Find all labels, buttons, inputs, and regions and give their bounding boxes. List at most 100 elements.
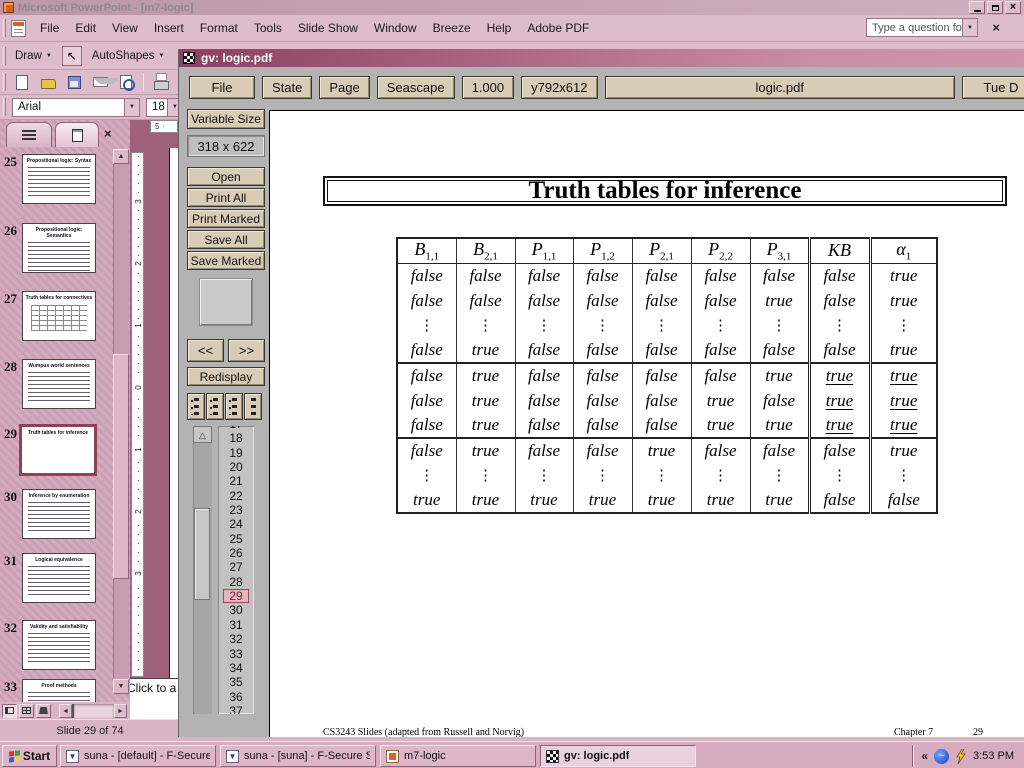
page-number-29[interactable]: 29 xyxy=(223,589,249,603)
gv-titlebar[interactable]: gv: logic.pdf xyxy=(179,49,1024,67)
slide-thumbnail-29[interactable]: Truth tables for inference xyxy=(19,424,97,476)
page-number-33[interactable]: 33 xyxy=(218,647,254,661)
pdf-page[interactable]: Truth tables for inference B1,1B2,1P1,1P… xyxy=(269,110,1024,737)
page-number-37[interactable]: 37 xyxy=(218,704,254,714)
slide-thumbnail-30[interactable]: Inference by enumeration xyxy=(22,489,96,539)
mail-button[interactable] xyxy=(90,72,110,92)
scroll-left-icon[interactable]: ◄ xyxy=(59,704,72,718)
menu-tools[interactable]: Tools xyxy=(246,17,290,39)
scroll-down-icon[interactable]: ▼ xyxy=(113,679,129,694)
page-number-34[interactable]: 34 xyxy=(218,661,254,675)
mark-pages-button-1[interactable] xyxy=(187,393,205,420)
gv-seascape-button[interactable]: Seascape xyxy=(377,76,455,99)
menu-adobe-pdf[interactable]: Adobe PDF xyxy=(519,17,597,39)
menu-edit[interactable]: Edit xyxy=(67,17,104,39)
slide-sorter-view-button[interactable] xyxy=(19,704,34,718)
page-number-31[interactable]: 31 xyxy=(218,618,254,632)
page-number-28[interactable]: 28 xyxy=(218,575,254,589)
slide-thumbnail-26[interactable]: Propositional logic: Semantics xyxy=(22,223,96,273)
tab-slides[interactable] xyxy=(55,122,99,147)
print-marked-button[interactable]: Print Marked xyxy=(187,209,265,228)
page-number-21[interactable]: 21 xyxy=(218,474,254,488)
open-button[interactable] xyxy=(38,72,58,92)
page-number-26[interactable]: 26 xyxy=(218,546,254,560)
close-button[interactable]: × xyxy=(1005,1,1021,14)
previous-page-button[interactable]: << xyxy=(187,339,224,362)
select-pointer-button[interactable]: ↖ xyxy=(62,46,82,66)
page-number-24[interactable]: 24 xyxy=(218,517,254,531)
slide-thumbnail-25[interactable]: Propositional logic: Syntax xyxy=(22,154,96,204)
scrollbar-thumb[interactable] xyxy=(113,354,129,579)
presentation-icon[interactable] xyxy=(11,20,26,37)
menu-format[interactable]: Format xyxy=(192,17,246,39)
page-locator[interactable] xyxy=(199,278,253,326)
horizontal-scrollbar[interactable]: ◄ ► xyxy=(59,704,127,718)
menu-slide-show[interactable]: Slide Show xyxy=(290,17,366,39)
help-search-box[interactable]: Type a question for help ▼ xyxy=(866,18,978,37)
page-number-19[interactable]: 19 xyxy=(218,446,254,460)
gv-date-button[interactable]: Tue D xyxy=(962,76,1024,99)
gv-file-button[interactable]: File xyxy=(189,76,255,99)
task-button-gv-logic-pdf[interactable]: gv: logic.pdf xyxy=(540,745,696,767)
slide-thumbnail-31[interactable]: Logical equivalence xyxy=(22,553,96,603)
task-button-suna-suna-f-secure-s-[interactable]: suna - [suna] - F-Secure S... xyxy=(220,745,376,767)
toolbar-grip[interactable] xyxy=(3,98,6,116)
page-number-20[interactable]: 20 xyxy=(218,460,254,474)
menu-insert[interactable]: Insert xyxy=(146,17,192,39)
save-button[interactable] xyxy=(64,72,84,92)
variable-size-button[interactable]: Variable Size xyxy=(187,109,265,129)
menu-help[interactable]: Help xyxy=(479,17,520,39)
task-button-suna-default-f-secure-[interactable]: suna - [default] - F-Secure... xyxy=(60,745,216,767)
draw-menu-button[interactable]: Draw ▼ xyxy=(9,47,58,65)
page-number-23[interactable]: 23 xyxy=(218,503,254,517)
menu-view[interactable]: View xyxy=(104,17,146,39)
page-number-35[interactable]: 35 xyxy=(218,675,254,689)
search-button[interactable] xyxy=(116,72,136,92)
normal-view-button[interactable] xyxy=(2,704,17,718)
tray-expand-icon[interactable]: « xyxy=(921,749,928,763)
scrollbar-track[interactable] xyxy=(72,704,114,718)
menu-file[interactable]: File xyxy=(32,17,67,39)
slide-thumbnail-32[interactable]: Validity and satisfiability xyxy=(22,620,96,670)
gv-y792x612-button[interactable]: y792x612 xyxy=(521,76,597,99)
chevron-down-icon[interactable]: ▼ xyxy=(124,99,139,116)
gv-filename-field[interactable]: logic.pdf xyxy=(605,76,956,99)
page-number-36[interactable]: 36 xyxy=(218,690,254,704)
gv-page-button[interactable]: Page xyxy=(319,76,369,99)
page-number-18[interactable]: 18 xyxy=(218,431,254,445)
gv-1-000-button[interactable]: 1.000 xyxy=(462,76,515,99)
gv-page-scrollbar[interactable]: △ xyxy=(193,426,212,714)
slide-thumbnail-28[interactable]: Wumpus world sentences xyxy=(22,359,96,409)
start-button[interactable]: Start xyxy=(2,745,57,767)
scroll-up-icon[interactable]: △ xyxy=(193,426,212,443)
next-page-button[interactable]: >> xyxy=(228,339,265,362)
lightning-tray-icon[interactable] xyxy=(955,749,967,764)
mark-pages-button-2[interactable] xyxy=(206,393,224,420)
panel-close-icon[interactable]: × xyxy=(104,126,112,141)
page-number-30[interactable]: 30 xyxy=(218,603,254,617)
restore-button[interactable] xyxy=(987,1,1003,14)
toolbar-close-icon[interactable]: × xyxy=(992,20,1000,35)
print-button[interactable] xyxy=(151,72,171,92)
minimize-button[interactable] xyxy=(969,1,985,14)
slides-panel-scrollbar[interactable]: ▲ ▼ xyxy=(113,149,129,694)
save-all-button[interactable]: Save All xyxy=(187,230,265,249)
page-number-22[interactable]: 22 xyxy=(218,489,254,503)
print-all-button[interactable]: Print All xyxy=(187,188,265,207)
menu-window[interactable]: Window xyxy=(366,17,425,39)
slide-thumbnail-33[interactable]: Proof methods xyxy=(22,679,96,702)
slide-thumbnail-27[interactable]: Truth tables for connectives xyxy=(22,291,96,341)
redisplay-button[interactable]: Redisplay xyxy=(187,367,265,386)
autoshapes-menu-button[interactable]: AutoShapes ▼ xyxy=(86,47,171,65)
chevron-down-icon[interactable]: ▼ xyxy=(962,19,977,36)
save-marked-button[interactable]: Save Marked xyxy=(187,251,265,270)
toolbar-grip[interactable] xyxy=(3,73,6,91)
mark-pages-button-3[interactable] xyxy=(225,393,243,420)
page-number-27[interactable]: 27 xyxy=(218,560,254,574)
page-number-25[interactable]: 25 xyxy=(218,532,254,546)
menu-breeze[interactable]: Breeze xyxy=(425,17,479,39)
gv-state-button[interactable]: State xyxy=(262,76,312,99)
tab-outline[interactable] xyxy=(6,122,52,147)
mark-pages-button-4[interactable] xyxy=(244,393,262,420)
slideshow-view-button[interactable] xyxy=(36,704,51,718)
